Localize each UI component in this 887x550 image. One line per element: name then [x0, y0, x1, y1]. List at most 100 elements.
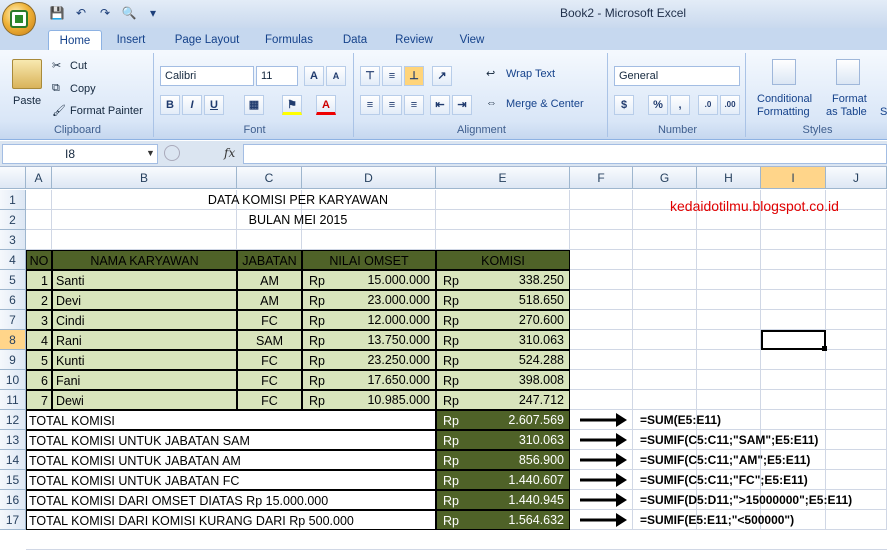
paste-icon — [12, 59, 42, 89]
paste-button[interactable]: Paste — [13, 95, 41, 107]
conditional-label[interactable]: Conditional — [757, 93, 812, 105]
row-header[interactable]: 14 — [0, 450, 26, 470]
column-header[interactable]: H — [697, 167, 761, 189]
row-no: 2 — [26, 290, 52, 310]
cut-icon: ✂ — [52, 60, 62, 72]
wrap-text-button[interactable]: Wrap Text — [506, 68, 555, 80]
formula-input[interactable] — [243, 144, 887, 164]
table-header-komisi: KOMISI — [436, 250, 570, 270]
column-header[interactable]: J — [826, 167, 887, 189]
fill-color-icon[interactable]: ⚑ — [282, 95, 302, 115]
formatting-label[interactable]: Formatting — [757, 106, 810, 118]
right-arrow-icon — [578, 410, 628, 430]
row-header[interactable]: 17 — [0, 510, 26, 530]
select-all-corner[interactable] — [0, 167, 26, 189]
cut-button[interactable]: Cut — [70, 60, 87, 72]
align-top-icon[interactable]: ⊤ — [360, 66, 380, 86]
worksheet-grid[interactable]: A B C D E F G H I J 1 2 3 4 5 6 7 8 9 10 11 12 13 14 15 16 17 DATA … — [0, 167, 887, 550]
conditional-formatting-icon — [772, 59, 796, 85]
row-header[interactable]: 11 — [0, 390, 26, 410]
row-no: 6 — [26, 370, 52, 390]
align-center-icon[interactable]: ≡ — [382, 95, 402, 115]
total-value: 310.063 — [518, 433, 564, 447]
total-value: 856.900 — [518, 453, 564, 467]
row-header[interactable]: 5 — [0, 270, 26, 290]
right-arrow-icon — [578, 490, 628, 510]
accounting-format-icon[interactable]: $ — [614, 95, 634, 115]
row-header[interactable]: 2 — [0, 210, 26, 230]
row-header[interactable]: 7 — [0, 310, 26, 330]
align-middle-icon[interactable]: ≡ — [382, 66, 402, 86]
copy-icon: ⧉ — [52, 82, 60, 94]
total-label: TOTAL KOMISI UNTUK JABATAN FC — [26, 470, 436, 490]
percent-icon[interactable]: % — [648, 95, 668, 115]
align-bottom-icon[interactable]: ⊥ — [404, 66, 424, 86]
font-size-select[interactable]: 11 — [256, 66, 298, 86]
underline-icon[interactable]: U — [204, 95, 224, 115]
column-header[interactable]: B — [52, 167, 237, 189]
total-label: TOTAL KOMISI UNTUK JABATAN SAM — [26, 430, 436, 450]
office-button[interactable] — [2, 2, 36, 36]
tab-data[interactable]: Data — [336, 30, 374, 50]
shrink-font-icon[interactable]: A — [326, 66, 346, 86]
copy-button[interactable]: Copy — [70, 83, 96, 95]
row-header[interactable]: 16 — [0, 490, 26, 510]
selected-cell[interactable] — [761, 330, 826, 350]
clipboard-label: Clipboard — [53, 124, 102, 136]
column-header[interactable]: E — [436, 167, 570, 189]
row-header[interactable]: 10 — [0, 370, 26, 390]
decrease-indent-icon[interactable]: ⇤ — [430, 95, 450, 115]
comma-style-icon[interactable]: , — [670, 95, 690, 115]
fill-handle[interactable] — [822, 346, 827, 351]
name-box-dropdown-icon[interactable]: ▼ — [146, 148, 155, 158]
font-color-icon[interactable]: A — [316, 95, 336, 115]
number-format-select[interactable]: General — [614, 66, 740, 86]
column-header[interactable]: F — [570, 167, 633, 189]
tab-insert[interactable]: Insert — [108, 30, 154, 50]
komisi-value: 310.063 — [518, 333, 564, 347]
tab-view[interactable]: View — [452, 30, 492, 50]
increase-decimal-icon[interactable]: .0 — [698, 95, 718, 115]
row-header[interactable]: 3 — [0, 230, 26, 250]
insert-function-button[interactable]: fx — [224, 146, 235, 160]
row-header[interactable]: 8 — [0, 330, 26, 350]
komisi-value: 247.712 — [518, 393, 564, 407]
merge-center-button[interactable]: Merge & Center — [506, 98, 584, 110]
row-header[interactable]: 13 — [0, 430, 26, 450]
increase-indent-icon[interactable]: ⇥ — [452, 95, 472, 115]
omset-value: 23.000.000 — [367, 293, 430, 307]
orientation-icon[interactable]: ↗ — [432, 66, 452, 86]
row-header[interactable]: 15 — [0, 470, 26, 490]
row-header[interactable]: 12 — [0, 410, 26, 430]
bold-icon[interactable]: B — [160, 95, 180, 115]
column-header[interactable]: D — [302, 167, 436, 189]
tab-page-layout[interactable]: Page Layout — [168, 30, 246, 50]
komisi-value: 270.600 — [518, 313, 564, 327]
tab-home[interactable]: Home — [48, 30, 102, 51]
column-header[interactable]: I — [761, 167, 826, 189]
column-header[interactable]: A — [26, 167, 52, 189]
wrap-text-icon: ↩ — [486, 68, 496, 80]
column-header[interactable]: C — [237, 167, 302, 189]
row-header[interactable]: 1 — [0, 190, 26, 210]
row-header[interactable]: 9 — [0, 350, 26, 370]
format-painter-button[interactable]: Format Painter — [70, 105, 143, 117]
ribbon: Paste ✂ Cut ⧉ Copy 🖌 Format Painter Clip… — [0, 50, 887, 140]
italic-icon[interactable]: I — [182, 95, 202, 115]
row-header[interactable]: 4 — [0, 250, 26, 270]
grow-font-icon[interactable]: A — [304, 66, 324, 86]
tab-formulas[interactable]: Formulas — [258, 30, 320, 50]
column-header[interactable]: G — [633, 167, 697, 189]
decrease-decimal-icon[interactable]: .00 — [720, 95, 740, 115]
as-table-label[interactable]: as Table — [826, 106, 867, 118]
format-label[interactable]: Format — [832, 93, 867, 105]
tab-review[interactable]: Review — [390, 30, 438, 50]
borders-icon[interactable]: ▦ — [244, 95, 264, 115]
align-right-icon[interactable]: ≡ — [404, 95, 424, 115]
row-header[interactable]: 6 — [0, 290, 26, 310]
name-box[interactable]: I8 — [2, 144, 158, 164]
font-family-select[interactable]: Calibri — [160, 66, 254, 86]
omset-value: 15.000.000 — [367, 273, 430, 287]
cell-styles-label[interactable]: St — [880, 106, 887, 118]
align-left-icon[interactable]: ≡ — [360, 95, 380, 115]
